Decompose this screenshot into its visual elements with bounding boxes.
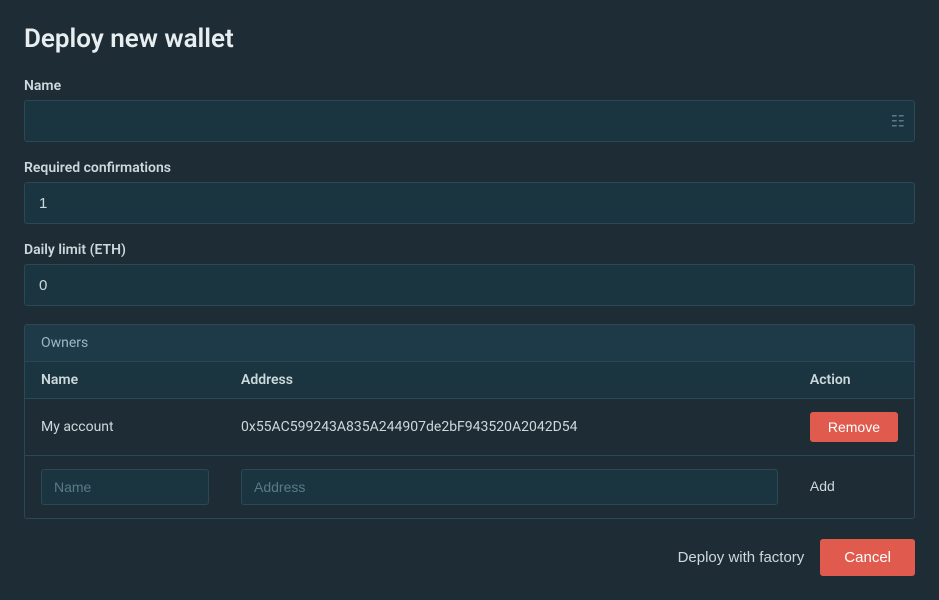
daily-limit-label: Daily limit (ETH) (24, 242, 915, 258)
name-input[interactable] (24, 100, 915, 142)
owners-header: Owners (25, 325, 914, 362)
column-header-action: Action (794, 362, 914, 399)
new-owner-action-cell: Add (794, 455, 914, 518)
page-title: Deploy new wallet (24, 24, 915, 54)
new-owner-name-input[interactable] (41, 469, 209, 505)
table-header-row: Name Address Action (25, 362, 914, 399)
confirmations-form-group: Required confirmations (24, 160, 915, 224)
deploy-factory-button[interactable]: Deploy with factory (678, 549, 805, 566)
page-container: Deploy new wallet Name ☷ Required confir… (0, 0, 939, 600)
daily-limit-input[interactable] (24, 264, 915, 306)
owners-table: Name Address Action My account 0x55AC599… (25, 362, 914, 518)
cancel-button[interactable]: Cancel (820, 539, 915, 576)
new-owner-address-input[interactable] (241, 469, 778, 505)
owner-name-cell: My account (25, 399, 225, 456)
owner-address-cell: 0x55AC599243A835A244907de2bF943520A2042D… (225, 399, 794, 456)
column-header-address: Address (225, 362, 794, 399)
footer-actions: Deploy with factory Cancel (24, 519, 915, 576)
new-owner-row: Add (25, 455, 914, 518)
table-row: My account 0x55AC599243A835A244907de2bF9… (25, 399, 914, 456)
new-owner-name-cell (25, 455, 225, 518)
column-header-name: Name (25, 362, 225, 399)
daily-limit-form-group: Daily limit (ETH) (24, 242, 915, 306)
confirmations-label: Required confirmations (24, 160, 915, 176)
owners-section: Owners Name Address Action My account 0x… (24, 324, 915, 519)
confirmations-input[interactable] (24, 182, 915, 224)
remove-button[interactable]: Remove (810, 412, 898, 442)
name-form-group: Name ☷ (24, 78, 915, 142)
name-input-wrapper: ☷ (24, 100, 915, 142)
add-button[interactable]: Add (810, 478, 835, 494)
name-label: Name (24, 78, 915, 94)
owner-action-cell: Remove (794, 399, 914, 456)
new-owner-address-cell (225, 455, 794, 518)
